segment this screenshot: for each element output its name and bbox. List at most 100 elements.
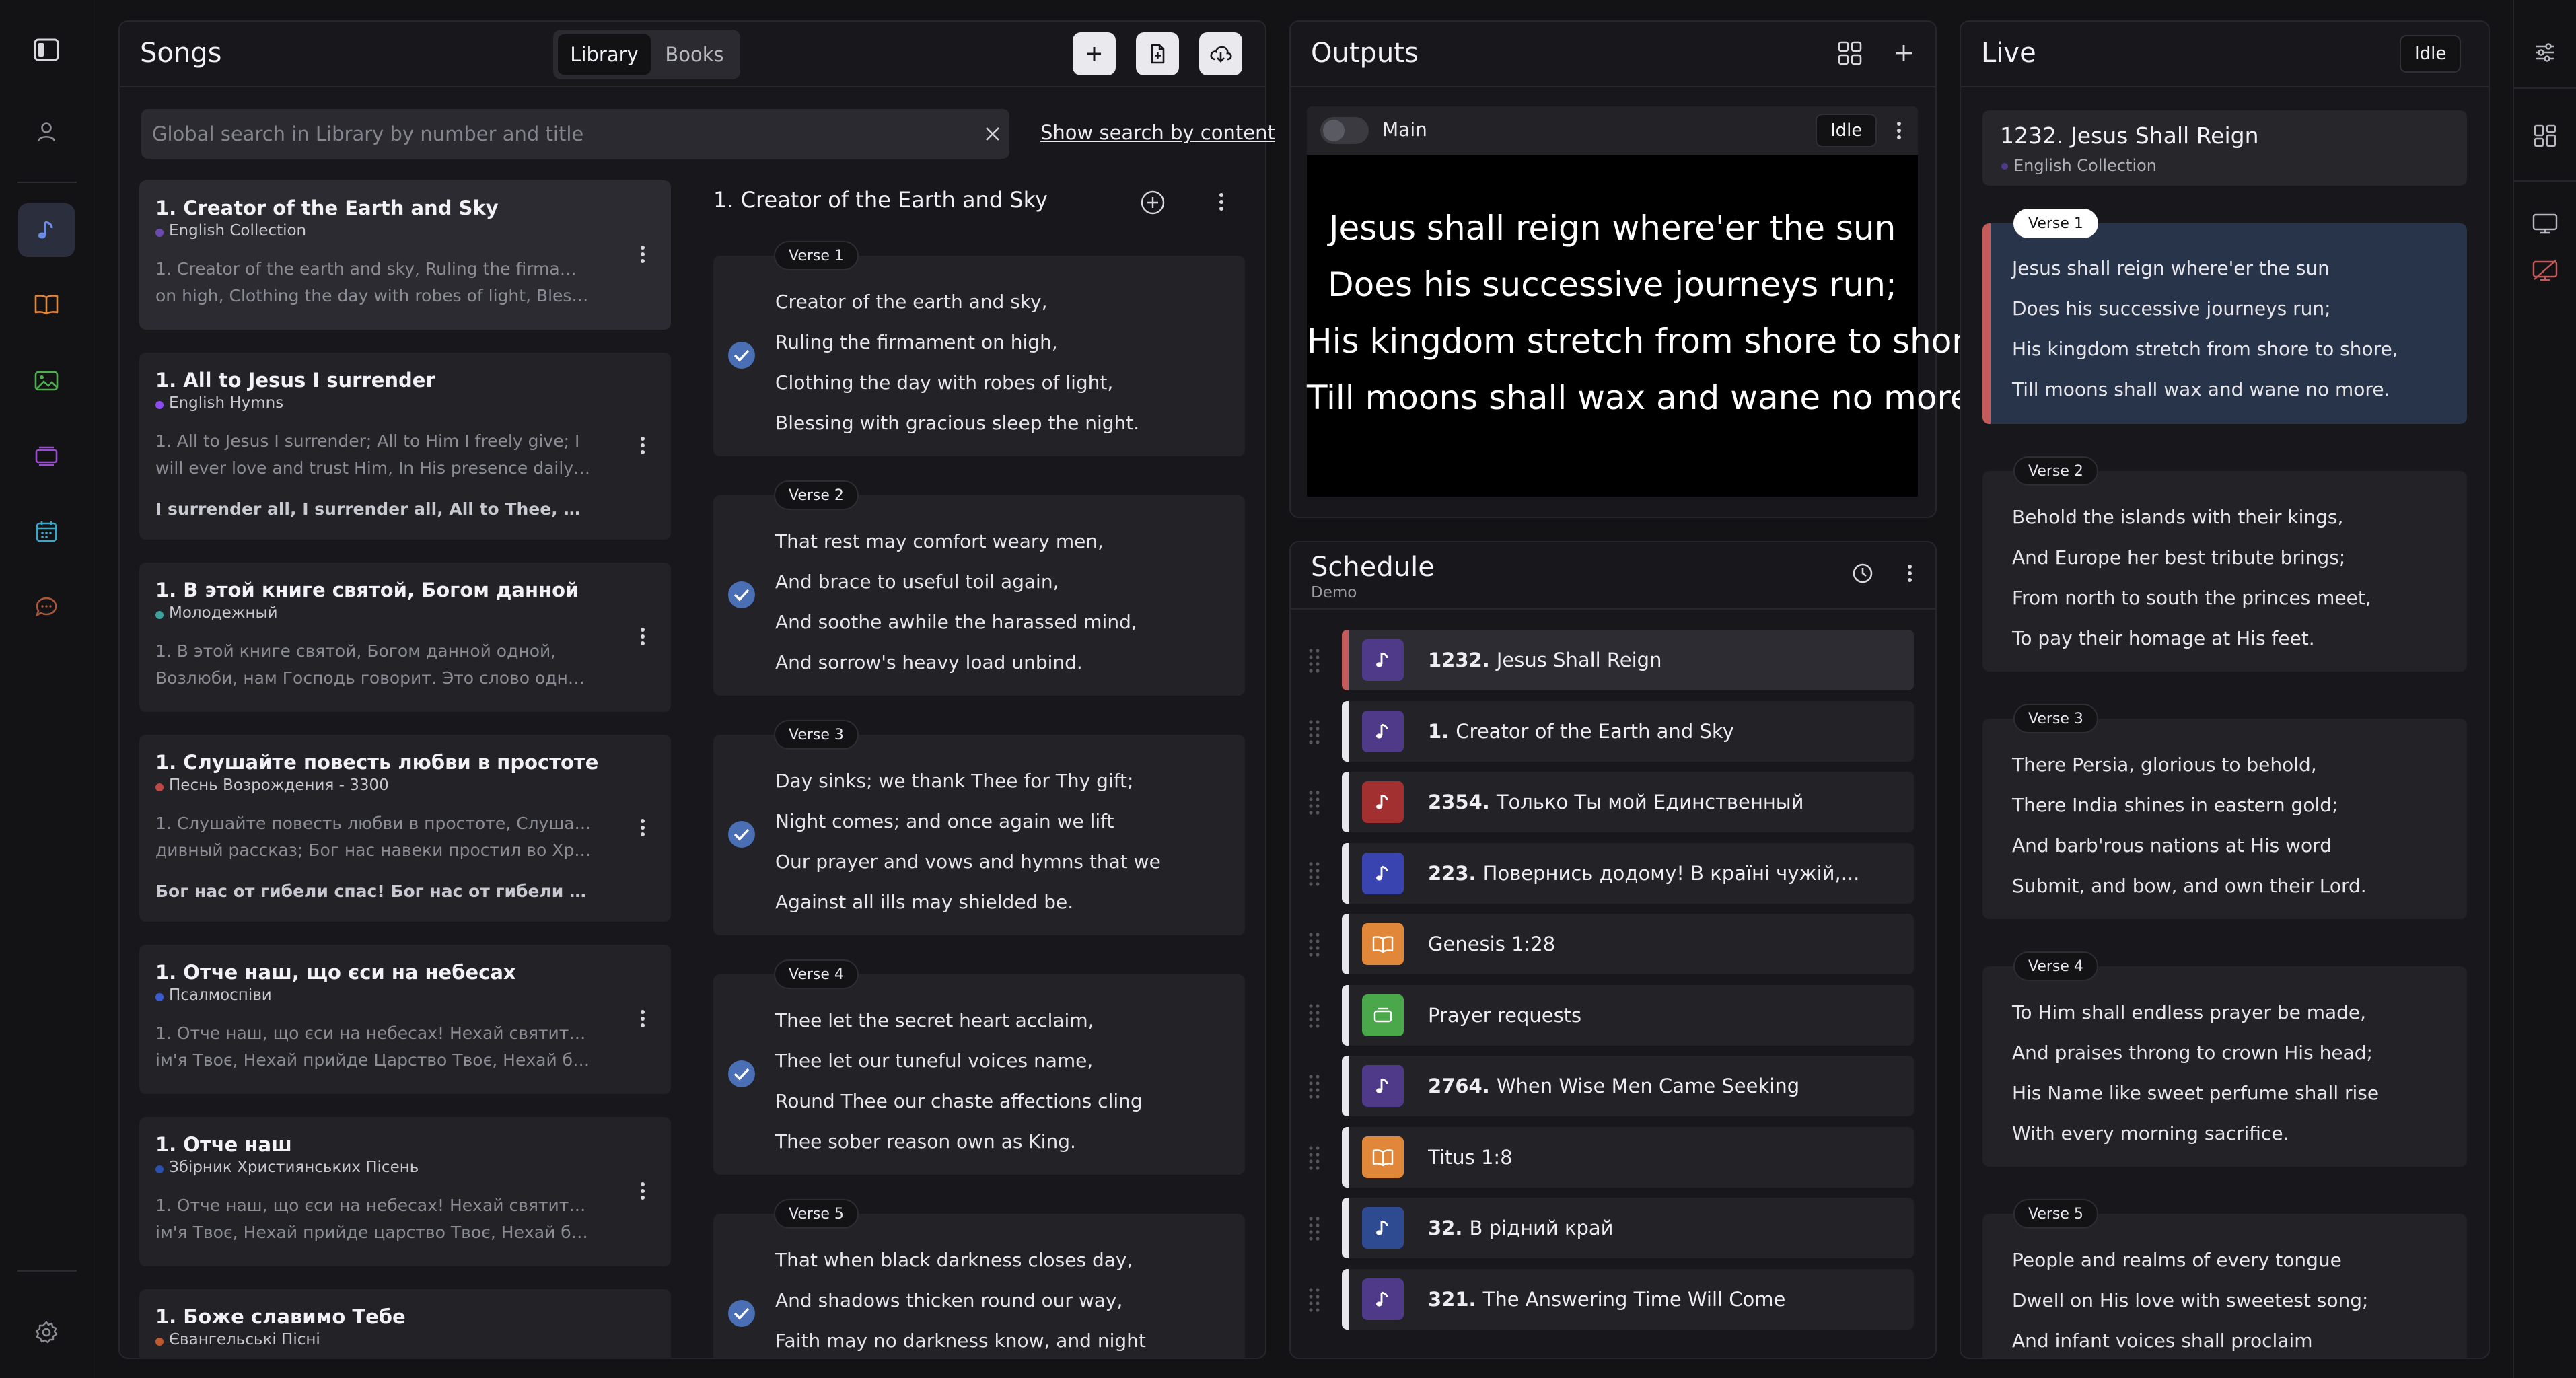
schedule-item[interactable]: Titus 1:8 <box>1342 1126 1914 1188</box>
verse-card[interactable]: Verse 3 Day sinks; we thank Thee for Thy… <box>713 720 1245 935</box>
song-menu-icon[interactable] <box>633 241 653 268</box>
output-menu-icon[interactable] <box>1891 117 1907 144</box>
drag-handle-icon[interactable] <box>1307 718 1322 745</box>
schedule-item-title: Creator of the Earth and Sky <box>1456 719 1734 743</box>
verse-label: Verse 2 <box>2013 456 2098 486</box>
output-status-button[interactable]: Idle <box>1816 114 1877 147</box>
chat-icon[interactable] <box>18 580 75 634</box>
user-icon[interactable] <box>18 105 75 159</box>
output-bar: Main Idle <box>1307 106 1918 155</box>
right-rail <box>2513 0 2576 1378</box>
drag-handle-icon[interactable] <box>1307 1073 1322 1099</box>
schedule-item[interactable]: 2764. When Wise Men Came Seeking <box>1342 1056 1914 1116</box>
search-input[interactable] <box>152 109 960 159</box>
schedule-item[interactable]: 321. The Answering Time Will Come <box>1342 1268 1914 1330</box>
cloud-download-button[interactable] <box>1199 32 1242 75</box>
song-list-item[interactable]: 1. Отче наш Збірник Християнських Пісень… <box>139 1117 671 1266</box>
layout-icon[interactable] <box>2524 114 2567 157</box>
song-list-item[interactable]: 1. Creator of the Earth and Sky English … <box>139 180 671 330</box>
file-icon <box>1151 44 1165 64</box>
schedule-item[interactable]: Genesis 1:28 <box>1342 914 1914 974</box>
verse-card[interactable]: Verse 2 That rest may comfort weary men,… <box>713 480 1245 696</box>
song-list-item[interactable]: 1. В этой книге святой, Богом данной Мол… <box>139 563 671 712</box>
preview-line: on high, Clothing the day with robes of … <box>155 286 593 305</box>
music-note-icon <box>1376 652 1388 667</box>
live-verse-card[interactable]: Verse 4 To Him shall endless prayer be m… <box>1982 951 2467 1167</box>
song-preview: 1. Creator of the earth and sky, Ruling … <box>155 256 593 310</box>
verse-card[interactable]: Verse 1 Creator of the earth and sky, Ru… <box>713 241 1245 456</box>
song-list-item[interactable]: 1. All to Jesus I surrender English Hymn… <box>139 353 671 540</box>
gear-icon[interactable] <box>18 1305 75 1359</box>
song-preview: 1. Слушайте повесть любви в простоте, Сл… <box>155 810 593 864</box>
live-verse-card[interactable]: Verse 5 People and realms of every tongu… <box>1982 1199 2467 1358</box>
drag-handle-icon[interactable] <box>1307 1286 1322 1313</box>
song-menu-icon[interactable] <box>633 1005 653 1032</box>
drag-handle-icon[interactable] <box>1307 647 1322 674</box>
verse-label: Verse 3 <box>774 720 859 750</box>
image-icon[interactable] <box>18 354 75 408</box>
song-menu-icon[interactable] <box>633 623 653 650</box>
verse-line: And barb'rous nations at His word <box>2012 834 2332 857</box>
sliders-icon[interactable] <box>2524 31 2567 74</box>
outputs-title: Outputs <box>1311 38 1419 69</box>
calendar-icon[interactable] <box>18 505 75 558</box>
tab-books[interactable]: Books <box>653 34 736 75</box>
drag-handle-icon[interactable] <box>1307 860 1322 887</box>
add-song-button[interactable] <box>1073 32 1116 75</box>
live-verse-card[interactable]: Verse 1 Jesus shall reign where'er the s… <box>1982 209 2467 424</box>
song-menu-icon[interactable] <box>633 1177 653 1204</box>
monitor-icon[interactable] <box>2524 202 2567 245</box>
verse-card[interactable]: Verse 4 Thee let the secret heart acclai… <box>713 959 1245 1175</box>
live-verse-card[interactable]: Verse 2 Behold the islands with their ki… <box>1982 456 2467 672</box>
drag-handle-icon[interactable] <box>1307 1214 1322 1241</box>
search-by-content-link[interactable]: Show search by content <box>1040 121 1275 144</box>
output-toggle[interactable] <box>1320 117 1369 144</box>
live-status-button[interactable]: Idle <box>2400 35 2462 73</box>
preview-line: Возлюби, нам Господь говорит. Это слово … <box>155 668 593 688</box>
verse-line: There India shines in eastern gold; <box>2012 794 2338 816</box>
verse-line: Blessing with gracious sleep the night. <box>775 412 1140 434</box>
schedule-item[interactable]: 32. В рідний край <box>1342 1198 1914 1258</box>
music-note-icon <box>1376 723 1388 739</box>
tab-library[interactable]: Library <box>558 34 651 75</box>
sidebar-toggle-icon[interactable] <box>18 23 75 77</box>
preview-line: дивный рассказ; Бог нас навеки простил в… <box>155 840 593 860</box>
schedule-menu-icon[interactable] <box>1902 560 1918 587</box>
schedule-item[interactable]: 2354. Только Ты мой Единственный <box>1342 772 1914 832</box>
song-menu-icon[interactable] <box>633 432 653 459</box>
slides-icon[interactable] <box>18 429 75 483</box>
song-list-item[interactable]: 1. Отче наш, що єси на небесах Псалмоспі… <box>139 945 671 1094</box>
drag-handle-icon[interactable] <box>1307 931 1322 957</box>
add-to-schedule-icon[interactable] <box>1137 187 1168 218</box>
import-file-button[interactable] <box>1136 32 1179 75</box>
history-icon[interactable] <box>1848 558 1877 588</box>
schedule-item-title: Повернись додому! В країні чужій,... <box>1482 861 1860 885</box>
song-item-icon <box>1362 852 1404 894</box>
verse-line: Our prayer and vows and hymns that we <box>775 850 1161 873</box>
song-detail-menu-icon[interactable] <box>1211 188 1231 215</box>
verse-card[interactable]: Verse 5 That when black darkness closes … <box>713 1199 1245 1358</box>
bible-item-icon <box>1362 1136 1404 1178</box>
schedule-item[interactable]: 1. Creator of the Earth and Sky <box>1342 700 1914 762</box>
song-list-item[interactable]: 1. Слушайте повесть любви в простоте Пес… <box>139 735 671 922</box>
drag-handle-icon[interactable] <box>1307 1002 1322 1029</box>
song-menu-icon[interactable] <box>633 814 653 841</box>
song-list-item[interactable]: 1. Боже славимо Тебе Євангельські Пісні <box>139 1289 671 1359</box>
clear-search-icon[interactable] <box>982 124 1003 144</box>
schedule-item[interactable]: 1232. Jesus Shall Reign <box>1342 630 1914 690</box>
schedule-item[interactable]: 223. Повернись додому! В країні чужій,..… <box>1342 842 1914 904</box>
book-icon[interactable] <box>18 277 75 331</box>
check-circle-icon <box>728 581 755 608</box>
grid-view-icon[interactable] <box>1834 38 1865 69</box>
preview-line: will ever love and trust Him, In His pre… <box>155 458 593 478</box>
monitor-off-icon[interactable] <box>2524 249 2567 292</box>
add-output-icon[interactable] <box>1888 38 1919 69</box>
verse-line: Day sinks; we thank Thee for Thy gift; <box>775 770 1134 792</box>
drag-handle-icon[interactable] <box>1307 1144 1322 1171</box>
verse-line: There Persia, glorious to behold, <box>2012 754 2317 776</box>
schedule-item[interactable]: Prayer requests <box>1342 984 1914 1046</box>
live-verse-card[interactable]: Verse 3 There Persia, glorious to behold… <box>1982 704 2467 919</box>
rail-divider <box>2514 180 2576 182</box>
drag-handle-icon[interactable] <box>1307 789 1322 815</box>
music-note-icon[interactable] <box>18 203 75 257</box>
